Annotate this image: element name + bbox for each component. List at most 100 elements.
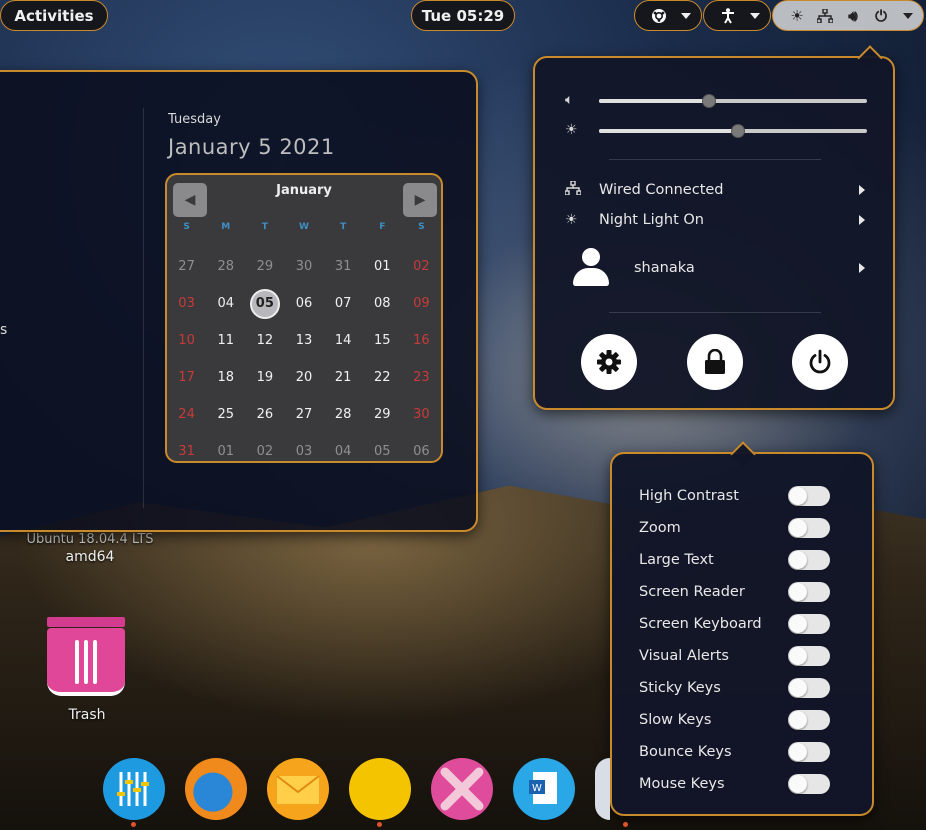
settings-button[interactable] (581, 334, 637, 390)
calendar-day-today[interactable]: 05 (245, 288, 284, 319)
calendar-day[interactable]: 03 (167, 296, 206, 311)
trash-icon[interactable] (45, 615, 127, 699)
a11y-item-screen-keyboard[interactable]: Screen Keyboard (639, 612, 830, 636)
calendar-day[interactable]: 30 (284, 259, 323, 274)
calendar-day[interactable]: 02 (402, 259, 441, 274)
clock-button[interactable]: Tue 05:29 (411, 0, 515, 31)
calendar-day[interactable]: 01 (206, 444, 245, 459)
weekday-header: W (299, 222, 309, 232)
calendar-week-row: 10 11 12 13 14 15 16 (167, 322, 441, 359)
night-light-item[interactable]: ☀ Night Light On (565, 208, 865, 232)
a11y-item-zoom[interactable]: Zoom (639, 516, 830, 540)
a11y-item-screen-reader[interactable]: Screen Reader (639, 580, 830, 604)
calendar-day[interactable]: 28 (206, 259, 245, 274)
calendar-day[interactable]: 04 (206, 296, 245, 311)
running-indicator (131, 822, 136, 827)
calendar-day[interactable]: 22 (363, 370, 402, 385)
ubuntu-logo-icon (648, 6, 670, 26)
calendar-day[interactable]: 08 (363, 296, 402, 311)
toggle-switch[interactable] (788, 646, 830, 666)
calendar-day[interactable]: 11 (206, 333, 245, 348)
trash-label[interactable]: Trash (46, 707, 128, 723)
calendar-day[interactable]: 02 (245, 444, 284, 459)
calendar-day[interactable]: 18 (206, 370, 245, 385)
toggle-switch[interactable] (788, 742, 830, 762)
weekday-header: M (221, 222, 231, 232)
toggle-switch[interactable] (788, 550, 830, 570)
calendar-day[interactable]: 30 (402, 407, 441, 422)
toggle-switch[interactable] (788, 774, 830, 794)
calendar-day[interactable]: 15 (363, 333, 402, 348)
firefox-icon[interactable] (185, 758, 247, 820)
menu-separator (609, 312, 821, 313)
notes-icon[interactable] (349, 758, 411, 820)
calendar-day[interactable]: 31 (167, 444, 206, 459)
calendar-day[interactable]: 13 (284, 333, 323, 348)
calendar-day[interactable]: 27 (284, 407, 323, 422)
calendar-day[interactable]: 01 (363, 259, 402, 274)
toggle-switch[interactable] (788, 582, 830, 602)
a11y-item-mouse-keys[interactable]: Mouse Keys (639, 772, 830, 796)
calendar-day[interactable]: 09 (402, 296, 441, 311)
calendar-day[interactable]: 20 (284, 370, 323, 385)
handshake-app-icon[interactable] (431, 758, 493, 820)
mail-icon[interactable] (267, 758, 329, 820)
calendar-divider (143, 108, 144, 508)
a11y-item-bounce-keys[interactable]: Bounce Keys (639, 740, 830, 764)
toggle-switch[interactable] (788, 710, 830, 730)
brightness-slider-handle[interactable] (731, 124, 746, 138)
calendar-day[interactable]: 29 (245, 259, 284, 274)
partial-app-icon[interactable] (595, 758, 610, 820)
accessibility-menu-button[interactable] (703, 0, 771, 31)
calendar-day[interactable]: 05 (363, 444, 402, 459)
calendar-day[interactable]: 06 (284, 296, 323, 311)
calendar-day[interactable]: 31 (324, 259, 363, 274)
lock-button[interactable] (687, 334, 743, 390)
power-off-button[interactable] (792, 334, 848, 390)
a11y-item-slow-keys[interactable]: Slow Keys (639, 708, 830, 732)
calendar-day[interactable]: 07 (324, 296, 363, 311)
calendar-day[interactable]: 28 (324, 407, 363, 422)
calendar-week-row: 24 25 26 27 28 29 30 (167, 396, 441, 433)
calendar-day[interactable]: 16 (402, 333, 441, 348)
calendar-day[interactable]: 21 (324, 370, 363, 385)
calendar-day[interactable]: 04 (324, 444, 363, 459)
toggle-switch[interactable] (788, 614, 830, 634)
a11y-item-sticky-keys[interactable]: Sticky Keys (639, 676, 830, 700)
activities-button[interactable]: Activities (0, 0, 108, 31)
ubuntu-menu-button[interactable] (634, 0, 702, 31)
weekday-header: T (261, 222, 268, 232)
svg-text:W: W (532, 783, 542, 794)
desktop-arch-label[interactable]: amd64 (50, 549, 130, 565)
calendar-day[interactable]: 10 (167, 333, 206, 348)
toggle-switch[interactable] (788, 486, 830, 506)
a11y-item-visual-alerts[interactable]: Visual Alerts (639, 644, 830, 668)
toggle-switch[interactable] (788, 518, 830, 538)
calendar-day[interactable]: 25 (206, 407, 245, 422)
brightness-slider[interactable] (599, 124, 867, 138)
calendar-day[interactable]: 23 (402, 370, 441, 385)
calendar-day[interactable]: 19 (245, 370, 284, 385)
equalizer-app-icon[interactable] (103, 758, 165, 820)
wired-connection-item[interactable]: Wired Connected (564, 178, 865, 202)
volume-slider-handle[interactable] (701, 94, 716, 108)
a11y-item-high-contrast[interactable]: High Contrast (639, 484, 830, 508)
user-item[interactable]: shanaka (573, 246, 865, 290)
word-processor-icon[interactable]: W (513, 758, 575, 820)
calendar-day[interactable]: 29 (363, 407, 402, 422)
calendar-day[interactable]: 12 (245, 333, 284, 348)
calendar-day[interactable]: 06 (402, 444, 441, 459)
next-month-button[interactable]: ▶ (403, 183, 437, 217)
a11y-item-large-text[interactable]: Large Text (639, 548, 830, 572)
calendar-day[interactable]: 03 (284, 444, 323, 459)
calendar-day[interactable]: 27 (167, 259, 206, 274)
volume-slider[interactable] (599, 94, 867, 108)
calendar-day[interactable]: 24 (167, 407, 206, 422)
brightness-icon: ☀ (565, 122, 578, 138)
calendar-day[interactable]: 14 (324, 333, 363, 348)
calendar-day[interactable]: 26 (245, 407, 284, 422)
calendar-day[interactable]: 17 (167, 370, 206, 385)
system-tray-button[interactable]: ☀ 🔊︎ ⏻ (772, 0, 924, 31)
toggle-switch[interactable] (788, 678, 830, 698)
weekday-header: S (418, 222, 425, 232)
